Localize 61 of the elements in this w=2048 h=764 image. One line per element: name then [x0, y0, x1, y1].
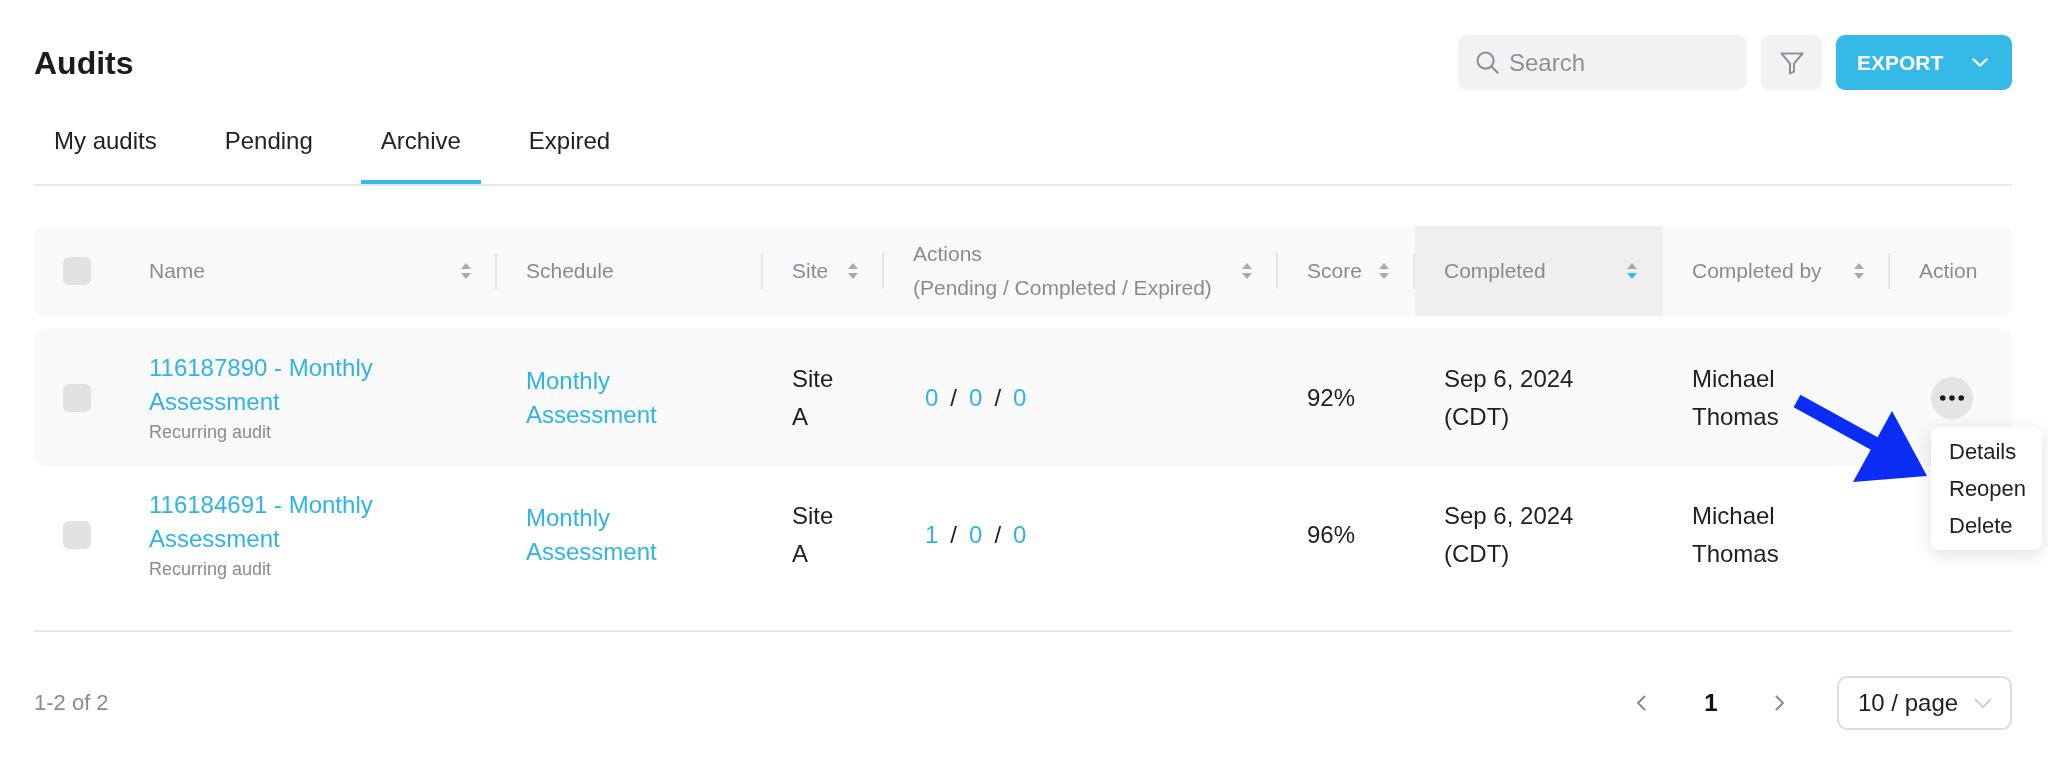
chevron-down-icon [1974, 698, 1992, 708]
action-count-link[interactable]: 0 [1013, 380, 1027, 415]
completed-date: Sep 6, 2024 (CDT) [1444, 363, 1575, 432]
column-header[interactable]: Actions (Pending / Completed / Expired) [884, 226, 1278, 316]
column-header[interactable]: Score [1278, 226, 1415, 316]
audit-type-label: Recurring audit [149, 420, 272, 444]
site-name: Site A [792, 363, 835, 432]
tab[interactable]: Expired [508, 104, 631, 184]
menu-item[interactable]: Details [1931, 432, 2042, 470]
action-count-link[interactable]: 0 [1013, 517, 1027, 552]
count-separator: / [994, 519, 1002, 550]
chevron-down-icon [1972, 58, 1988, 67]
column-header[interactable]: Site [763, 226, 884, 316]
chevron-left-icon[interactable] [1636, 695, 1646, 711]
pagination-summary: 1-2 of 2 [34, 689, 109, 717]
column-header[interactable]: Completed by [1663, 226, 1890, 316]
score-value: 96% [1307, 520, 1356, 548]
search-field[interactable]: Search [1458, 35, 1747, 90]
tab[interactable]: Pending [204, 104, 333, 184]
column-header: Schedule [497, 226, 763, 316]
audit-type-label: Recurring audit [149, 557, 272, 581]
chevron-right-icon[interactable] [1775, 695, 1785, 711]
tab[interactable]: My audits [34, 104, 177, 184]
count-separator: / [950, 519, 958, 550]
action-count-link[interactable]: 1 [925, 517, 939, 552]
page-number[interactable]: 1 [1691, 683, 1731, 723]
score-value: 92% [1307, 383, 1356, 411]
page-title: Audits [34, 43, 134, 83]
sort-icon[interactable] [1627, 263, 1637, 279]
menu-item[interactable]: Delete [1931, 506, 2042, 544]
sort-icon[interactable] [1854, 263, 1864, 279]
site-name: Site A [792, 500, 835, 569]
completed-date: Sep 6, 2024 (CDT) [1444, 500, 1575, 569]
count-separator: / [994, 382, 1002, 413]
action-count-link[interactable]: 0 [969, 380, 983, 415]
audit-name-link[interactable]: 116184691 - Monthly Assessment [149, 487, 411, 556]
page-size-select[interactable]: 10 / page [1837, 676, 2012, 730]
filter-button[interactable] [1761, 35, 1822, 90]
ellipsis-icon [1940, 394, 1964, 401]
filter-icon [1779, 50, 1804, 75]
audit-name-link[interactable]: 116187890 - Monthly Assessment [149, 350, 411, 419]
sort-icon[interactable] [461, 263, 471, 279]
sort-icon[interactable] [1242, 263, 1252, 279]
schedule-link[interactable]: Monthly Assessment [526, 363, 686, 432]
action-count-link[interactable]: 0 [969, 517, 983, 552]
action-count-link[interactable]: 0 [925, 380, 939, 415]
completed-by-name: Michael Thomas [1692, 363, 1780, 432]
sort-icon[interactable] [1379, 263, 1389, 279]
count-separator: / [950, 382, 958, 413]
schedule-link[interactable]: Monthly Assessment [526, 500, 686, 569]
column-header[interactable]: Completed [1415, 226, 1663, 316]
menu-item[interactable]: Reopen [1931, 469, 2042, 507]
tab[interactable]: Archive [360, 104, 481, 184]
row-checkbox[interactable] [63, 520, 91, 549]
export-button[interactable]: EXPORT [1836, 35, 2012, 90]
completed-by-name: Michael Thomas [1692, 500, 1780, 569]
search-icon [1476, 51, 1499, 74]
sort-icon[interactable] [848, 263, 858, 279]
column-header: Action [1918, 258, 1979, 284]
column-header[interactable]: Name [120, 226, 497, 316]
more-button[interactable] [1931, 376, 1973, 419]
